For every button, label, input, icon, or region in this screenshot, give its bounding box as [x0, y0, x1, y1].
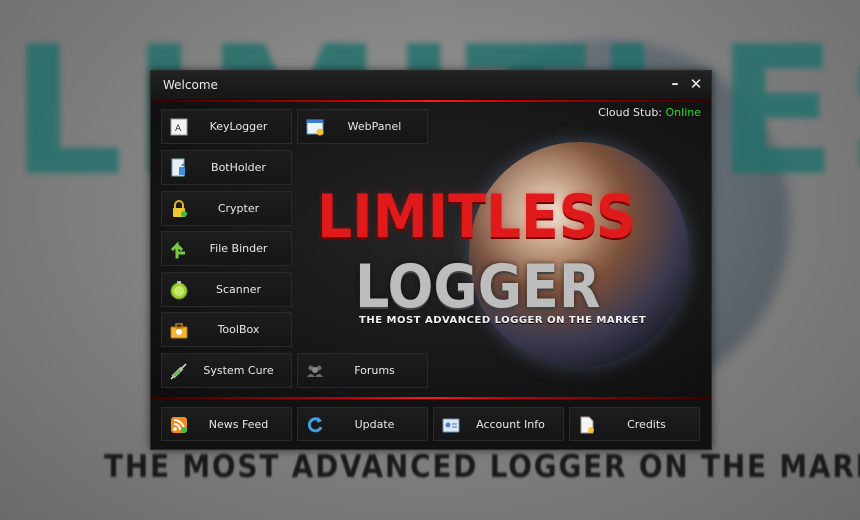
- webpage-icon: [306, 119, 324, 136]
- scanner-label: Scanner: [215, 283, 261, 296]
- document-star-icon: [580, 416, 594, 434]
- cloud-stub-status: Cloud Stub: Online: [598, 106, 701, 119]
- toolbox-icon: [170, 323, 188, 339]
- lock-icon: [173, 200, 187, 217]
- users-group-icon: [307, 365, 323, 377]
- credits-button[interactable]: Credits: [569, 407, 700, 441]
- crypter-button[interactable]: Crypter: [161, 191, 292, 226]
- bot-document-icon: [171, 158, 185, 177]
- refresh-icon: [307, 417, 323, 433]
- keylogger-button[interactable]: A KeyLogger: [161, 109, 292, 144]
- news-feed-label: News Feed: [208, 418, 269, 431]
- id-card-icon: [442, 418, 460, 433]
- welcome-window: Welcome – ✕ Cloud Stub: Online LIMITLESS…: [150, 70, 712, 450]
- syringe-icon: [170, 363, 187, 380]
- close-button[interactable]: ✕: [686, 74, 706, 94]
- account-info-label: Account Info: [476, 418, 545, 431]
- toolbox-button[interactable]: ToolBox: [161, 312, 292, 347]
- logo-logger: LOGGER: [355, 252, 601, 322]
- credits-label: Credits: [627, 418, 666, 431]
- forums-label: Forums: [354, 364, 395, 377]
- crypter-label: Crypter: [217, 202, 260, 215]
- logo-tagline: THE MOST ADVANCED LOGGER ON THE MARKET: [359, 315, 647, 326]
- news-feed-button[interactable]: News Feed: [161, 407, 292, 441]
- rss-feed-icon: [171, 417, 187, 433]
- background-tagline: THE MOST ADVANCED LOGGER ON THE MARKET: [104, 449, 860, 485]
- binder-arrow-icon: [170, 241, 185, 259]
- footer-bar: News Feed Update Account Info Credits: [151, 399, 711, 449]
- cloud-stub-label: Cloud Stub:: [598, 106, 663, 119]
- cloud-stub-value: Online: [665, 106, 701, 119]
- file-binder-button[interactable]: File Binder: [161, 231, 292, 266]
- keylogger-label: KeyLogger: [209, 120, 268, 133]
- toolbox-label: ToolBox: [217, 323, 260, 336]
- logo-limitless: LIMITLESS: [317, 182, 636, 252]
- title-bar[interactable]: Welcome – ✕: [151, 71, 711, 99]
- webpanel-button[interactable]: WebPanel: [297, 109, 428, 144]
- file-binder-label: File Binder: [209, 242, 268, 255]
- botholder-button[interactable]: BotHolder: [161, 150, 292, 185]
- main-panel: Cloud Stub: Online LIMITLESS LOGGER THE …: [151, 102, 711, 397]
- scanner-clock-icon: [170, 281, 188, 300]
- webpanel-label: WebPanel: [347, 120, 402, 133]
- forums-button[interactable]: Forums: [297, 353, 428, 388]
- account-info-button[interactable]: Account Info: [433, 407, 564, 441]
- svg-text:A: A: [175, 124, 182, 134]
- scanner-button[interactable]: Scanner: [161, 272, 292, 307]
- botholder-label: BotHolder: [211, 161, 266, 174]
- window-title: Welcome: [163, 78, 218, 92]
- system-cure-button[interactable]: System Cure: [161, 353, 292, 388]
- update-button[interactable]: Update: [297, 407, 428, 441]
- update-label: Update: [354, 418, 395, 431]
- document-a-icon: A: [170, 118, 188, 136]
- system-cure-label: System Cure: [203, 364, 274, 377]
- minimize-button[interactable]: –: [665, 74, 685, 94]
